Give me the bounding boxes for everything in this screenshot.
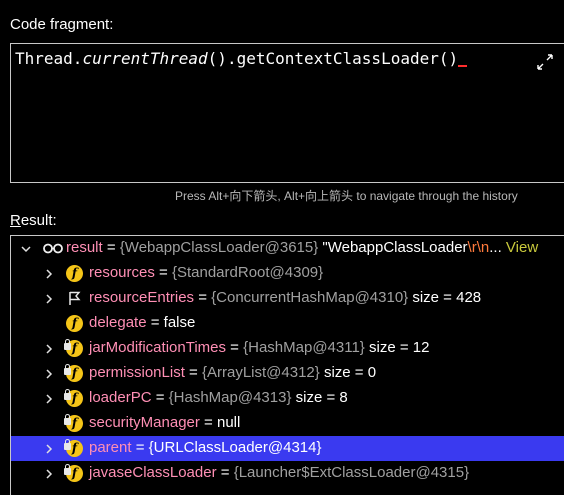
field-value: {Launcher$ExtClassLoader@4315}	[233, 464, 470, 481]
code-fragment-label: Code fragment:	[10, 16, 114, 33]
field-value: {StandardRoot@4309}	[171, 264, 324, 281]
field-f-icon: f	[66, 265, 83, 282]
result-ellipsis: ...	[489, 239, 506, 256]
equals-sign: =	[131, 439, 149, 456]
field-name: delegate	[89, 314, 147, 331]
field-name: loaderPC	[89, 389, 152, 406]
tree-row-permissionList[interactable]: f permissionList = {ArrayList@4312} size…	[11, 361, 564, 386]
chevron-right-icon[interactable]	[44, 469, 54, 479]
code-method: currentThread	[82, 49, 208, 68]
result-name: result	[66, 239, 103, 256]
equals-sign: =	[216, 464, 234, 481]
tree-row-securityManager[interactable]: f securityManager = null	[11, 411, 564, 436]
equals-sign: =	[102, 239, 120, 256]
field-value: null	[217, 414, 241, 431]
field-value: {ArrayList@4312}	[201, 364, 320, 381]
chevron-right-icon[interactable]	[44, 444, 54, 454]
tree-row-javaseClassLoader[interactable]: f javaseClassLoader = {Launcher$ExtClass…	[11, 461, 564, 486]
equals-sign: =	[154, 264, 172, 281]
view-link[interactable]: View	[506, 239, 538, 256]
chevron-right-icon[interactable]	[44, 394, 54, 404]
field-name: securityManager	[89, 414, 200, 431]
field-value: {HashMap@4311}	[243, 339, 365, 356]
code-text[interactable]: Thread.currentThread().getContextClassLo…	[15, 49, 468, 68]
field-name: resourceEntries	[89, 289, 195, 306]
field-name: javaseClassLoader	[89, 464, 217, 481]
result-tree[interactable]: result = {WebappClassLoader@3615} "Webap…	[10, 235, 564, 495]
lock-icon	[64, 389, 71, 400]
chevron-right-icon[interactable]	[44, 294, 54, 304]
expand-arrows-icon[interactable]	[537, 54, 553, 70]
field-extra: size = 0	[319, 364, 377, 381]
field-extra: size = 428	[408, 289, 482, 306]
tree-row-result[interactable]: result = {WebappClassLoader@3615} "Webap…	[11, 236, 564, 261]
lock-icon	[64, 339, 71, 350]
result-string: "WebappClassLoader	[318, 239, 468, 256]
field-value: {URLClassLoader@4314}	[148, 439, 322, 456]
equals-sign: =	[194, 289, 212, 306]
tree-row-jarModificationTimes[interactable]: f jarModificationTimes = {HashMap@4311} …	[11, 336, 564, 361]
tree-row-delegate[interactable]: f delegate = false	[11, 311, 564, 336]
chevron-down-icon[interactable]	[21, 244, 31, 254]
lock-icon	[64, 414, 71, 425]
result-ref: {WebappClassLoader@3615}	[119, 239, 319, 256]
lock-icon	[64, 439, 71, 450]
field-value: {ConcurrentHashMap@4310}	[211, 289, 409, 306]
field-value: false	[163, 314, 196, 331]
field-name: permissionList	[89, 364, 185, 381]
tree-row-parent[interactable]: f parent = {URLClassLoader@4314}	[11, 436, 564, 461]
code-prefix: Thread.	[15, 49, 83, 68]
flag-icon	[69, 291, 81, 305]
field-name: parent	[89, 439, 132, 456]
equals-sign: =	[146, 314, 164, 331]
result-escape: \r\n	[467, 239, 490, 256]
field-extra: size = 8	[291, 389, 348, 406]
tree-row-loaderPC[interactable]: f loaderPC = {HashMap@4313} size = 8	[11, 386, 564, 411]
field-extra: size = 12	[364, 339, 430, 356]
tree-row-resources[interactable]: f resources = {StandardRoot@4309}	[11, 261, 564, 286]
text-caret	[458, 65, 468, 67]
field-name: resources	[89, 264, 155, 281]
result-label: Result:	[10, 212, 57, 229]
code-suffix: ().getContextClassLoader()	[207, 49, 459, 68]
field-name: jarModificationTimes	[89, 339, 226, 356]
tree-row-resourceEntries[interactable]: resourceEntries = {ConcurrentHashMap@431…	[11, 286, 564, 311]
chevron-right-icon[interactable]	[44, 369, 54, 379]
lock-icon	[64, 464, 71, 475]
code-fragment-editor[interactable]: Thread.currentThread().getContextClassLo…	[10, 43, 564, 183]
lock-icon	[64, 364, 71, 375]
watch-glasses-icon	[43, 243, 63, 254]
chevron-right-icon[interactable]	[44, 344, 54, 354]
equals-sign: =	[184, 364, 202, 381]
chevron-right-icon[interactable]	[44, 269, 54, 279]
equals-sign: =	[151, 389, 169, 406]
history-hint: Press Alt+向下箭头, Alt+向上箭头 to navigate thr…	[175, 189, 518, 203]
equals-sign: =	[199, 414, 217, 431]
field-f-icon: f	[66, 315, 83, 332]
field-value: {HashMap@4313}	[168, 389, 292, 406]
equals-sign: =	[226, 339, 244, 356]
